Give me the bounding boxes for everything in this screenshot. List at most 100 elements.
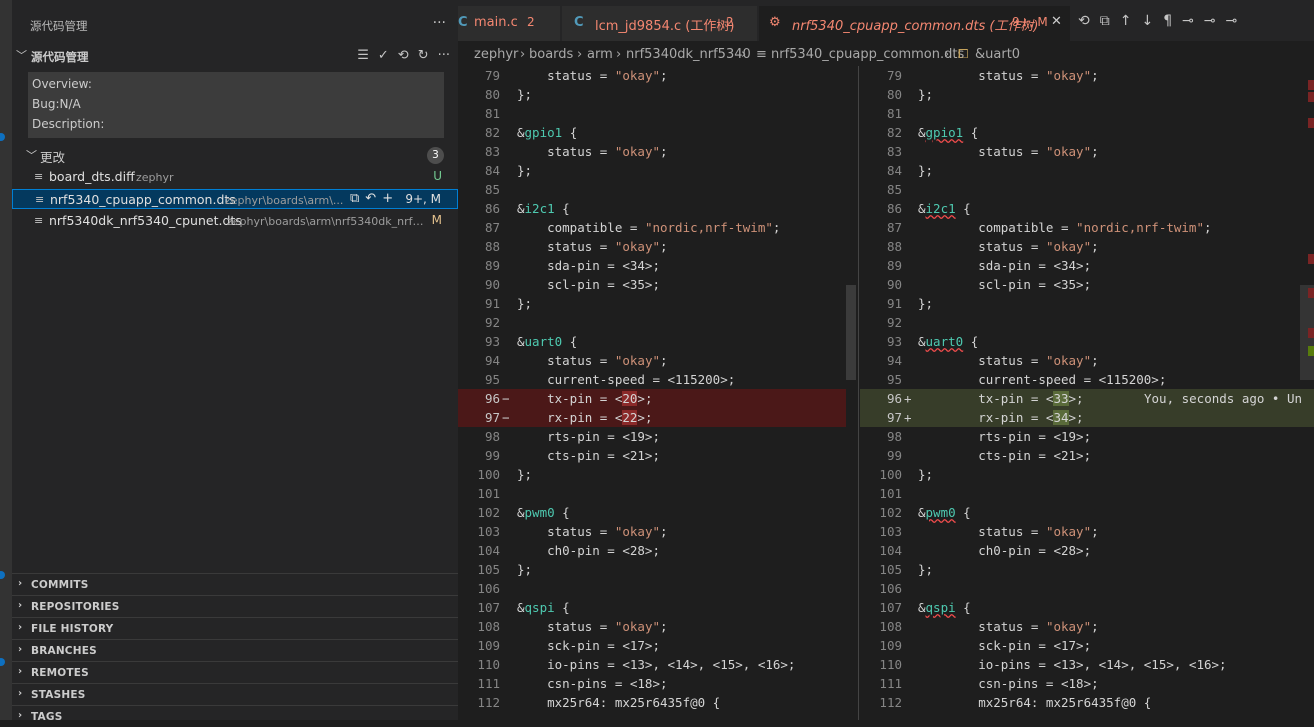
close-icon[interactable]: ✕ — [1051, 14, 1062, 29]
code-line[interactable]: 103 status = "okay"; — [458, 522, 846, 541]
code-line[interactable]: 99 cts-pin = <21>; — [458, 446, 846, 465]
code-line[interactable]: 93 &uart0 { — [860, 332, 1314, 351]
code-line[interactable]: 83 status = "okay"; — [458, 142, 846, 161]
panel-commits[interactable]: › COMMITS — [12, 573, 458, 595]
discard-changes-icon[interactable]: ↶ — [365, 191, 376, 206]
changed-file-item-selected[interactable]: ≡ nrf5340_cpuapp_common.dts zephyr\board… — [12, 189, 458, 209]
deleted-code-line[interactable]: 97− rx-pin = <22>; — [458, 408, 846, 427]
code-line[interactable]: 107 &qspi { — [860, 598, 1314, 617]
panel-tags[interactable]: › TAGS — [12, 705, 458, 727]
code-line[interactable]: 110 io-pins = <13>, <14>, <15>, <16>; — [860, 655, 1314, 674]
activity-badge-icon[interactable] — [0, 133, 5, 141]
history-icon[interactable]: ⟲ — [398, 48, 409, 63]
code-line[interactable]: 93 &uart0 { — [458, 332, 846, 351]
timeline-icon[interactable]: ⟲ — [1078, 13, 1090, 29]
code-line[interactable]: 95 current-speed = <115200>; — [458, 370, 846, 389]
commit-message-input[interactable]: Overview: Bug:N/A Description: — [28, 72, 444, 138]
breadcrumb-item[interactable]: nrf5340dk_nrf5340 — [626, 47, 751, 62]
code-line[interactable]: 111 csn-pins = <18>; — [458, 674, 846, 693]
view-as-tree-icon[interactable]: ☰ — [357, 48, 369, 63]
commit-prev-icon[interactable]: ⊸ — [1204, 13, 1216, 29]
panel-remotes[interactable]: › REMOTES — [12, 661, 458, 683]
code-line[interactable]: 109 sck-pin = <17>; — [860, 636, 1314, 655]
code-line[interactable]: 87 compatible = "nordic,nrf-twim"; — [458, 218, 846, 237]
code-line[interactable]: 90 scl-pin = <35>; — [458, 275, 846, 294]
code-line[interactable]: 92 — [458, 313, 846, 332]
code-line[interactable]: 85 — [458, 180, 846, 199]
code-line[interactable]: 98 rts-pin = <19>; — [458, 427, 846, 446]
code-line[interactable]: 84}; — [458, 161, 846, 180]
panel-repositories[interactable]: › REPOSITORIES — [12, 595, 458, 617]
code-line[interactable]: 104 ch0-pin = <28>; — [458, 541, 846, 560]
panel-stashes[interactable]: › STASHES — [12, 683, 458, 705]
whitespace-icon[interactable]: ¶ — [1163, 13, 1172, 29]
code-line[interactable]: 112 mx25r64: mx25r6435f@0 { — [458, 693, 846, 712]
chevron-down-icon[interactable]: ﹀ — [26, 147, 37, 163]
code-line[interactable]: 111 csn-pins = <18>; — [860, 674, 1314, 693]
code-line[interactable]: 105}; — [458, 560, 846, 579]
commit-check-icon[interactable]: ✓ — [378, 48, 389, 63]
diff-original-pane[interactable]: 79 status = "okay"; 80}; 81 82 &gpio1 {83 st… — [458, 66, 846, 720]
tab-lcm-jd9854[interactable]: C lcm_jd9854.c (工作树) 2 — [562, 6, 758, 41]
code-line[interactable]: 82 &gpio1 { — [860, 123, 1314, 142]
panel-branches[interactable]: › BRANCHES — [12, 639, 458, 661]
code-line[interactable]: 103 status = "okay"; — [860, 522, 1314, 541]
code-line[interactable]: 91}; — [860, 294, 1314, 313]
code-line[interactable]: 101 — [860, 484, 1314, 503]
code-line[interactable]: 108 status = "okay"; — [458, 617, 846, 636]
commit-next-icon[interactable]: ⊸ — [1226, 13, 1238, 29]
more-icon[interactable]: ··· — [438, 48, 450, 63]
code-line[interactable]: 102 &pwm0 { — [860, 503, 1314, 522]
code-line[interactable]: 79 status = "okay"; — [458, 66, 846, 85]
tab-main-c[interactable]: C main.c 2 — [458, 6, 561, 41]
code-line[interactable]: 80}; — [458, 85, 846, 104]
chevron-down-icon[interactable]: ﹀ — [16, 47, 27, 63]
code-line[interactable]: 81 — [860, 104, 1314, 123]
code-line[interactable]: 82 &gpio1 { — [458, 123, 846, 142]
more-actions-icon[interactable]: ··· — [433, 15, 446, 31]
code-line[interactable]: 85 — [860, 180, 1314, 199]
changes-group[interactable]: ﹀ 更改 3 — [12, 146, 458, 166]
code-line[interactable]: 106 — [458, 579, 846, 598]
code-line[interactable]: 106 — [860, 579, 1314, 598]
diff-modified-pane[interactable]: 79 status = "okay"; 80}; 81 82 &gpio1 {83 st… — [860, 66, 1314, 720]
code-line[interactable]: 107 &qspi { — [458, 598, 846, 617]
code-line[interactable]: 88 status = "okay"; — [458, 237, 846, 256]
open-file-icon[interactable]: ⧉ — [1100, 13, 1110, 29]
code-line[interactable]: 89 sda-pin = <34>; — [458, 256, 846, 275]
code-line[interactable]: 100}; — [458, 465, 846, 484]
deleted-code-line[interactable]: 96− tx-pin = <20>; — [458, 389, 846, 408]
code-line[interactable]: 94 status = "okay"; — [860, 351, 1314, 370]
code-line[interactable]: 99 cts-pin = <21>; — [860, 446, 1314, 465]
code-line[interactable]: 101 — [458, 484, 846, 503]
refresh-icon[interactable]: ↻ — [418, 48, 429, 63]
code-line[interactable]: 87 compatible = "nordic,nrf-twim"; — [860, 218, 1314, 237]
changed-file-item[interactable]: ≡ nrf5340dk_nrf5340_cpunet.dts zephyr\bo… — [12, 211, 458, 231]
next-change-icon[interactable]: ↓ — [1141, 13, 1153, 29]
previous-change-icon[interactable]: ↑ — [1120, 13, 1132, 29]
scm-section-header[interactable]: ﹀ 源代码管理 ☰ ✓ ⟲ ↻ ··· — [12, 46, 458, 68]
code-line[interactable]: 109 sck-pin = <17>; — [458, 636, 846, 655]
code-line[interactable]: 89 sda-pin = <34>; — [860, 256, 1314, 275]
code-line[interactable]: 86 &i2c1 { — [860, 199, 1314, 218]
code-line[interactable]: 83 status = "okay"; — [860, 142, 1314, 161]
stage-changes-icon[interactable]: + — [382, 191, 393, 206]
code-line[interactable]: 105}; — [860, 560, 1314, 579]
code-line[interactable]: 95 current-speed = <115200>; — [860, 370, 1314, 389]
tab-nrf5340-cpuapp-common[interactable]: ⚙ nrf5340_cpuapp_common.dts (工作树) 9+, M … — [759, 6, 1071, 41]
breadcrumb-item[interactable]: arm — [587, 47, 613, 62]
code-line[interactable]: 100}; — [860, 465, 1314, 484]
commit-icon[interactable]: ⊸ — [1182, 13, 1194, 29]
breadcrumb-item[interactable]: zephyr — [474, 47, 518, 62]
activity-badge-icon[interactable] — [0, 658, 5, 666]
changed-file-item[interactable]: ≡ board_dts.diff zephyr U — [12, 167, 458, 187]
code-line[interactable]: 108 status = "okay"; — [860, 617, 1314, 636]
activity-badge-icon[interactable] — [0, 571, 5, 579]
code-line[interactable]: 86 &i2c1 { — [458, 199, 846, 218]
code-line[interactable]: 104 ch0-pin = <28>; — [860, 541, 1314, 560]
code-line[interactable]: 94 status = "okay"; — [458, 351, 846, 370]
added-code-line[interactable]: 96 + tx-pin = <33>; You, seconds ago • Un — [860, 389, 1314, 408]
code-line[interactable]: 112 mx25r64: mx25r6435f@0 { — [860, 693, 1314, 712]
panel-file-history[interactable]: › FILE HISTORY — [12, 617, 458, 639]
code-line[interactable]: 84}; — [860, 161, 1314, 180]
